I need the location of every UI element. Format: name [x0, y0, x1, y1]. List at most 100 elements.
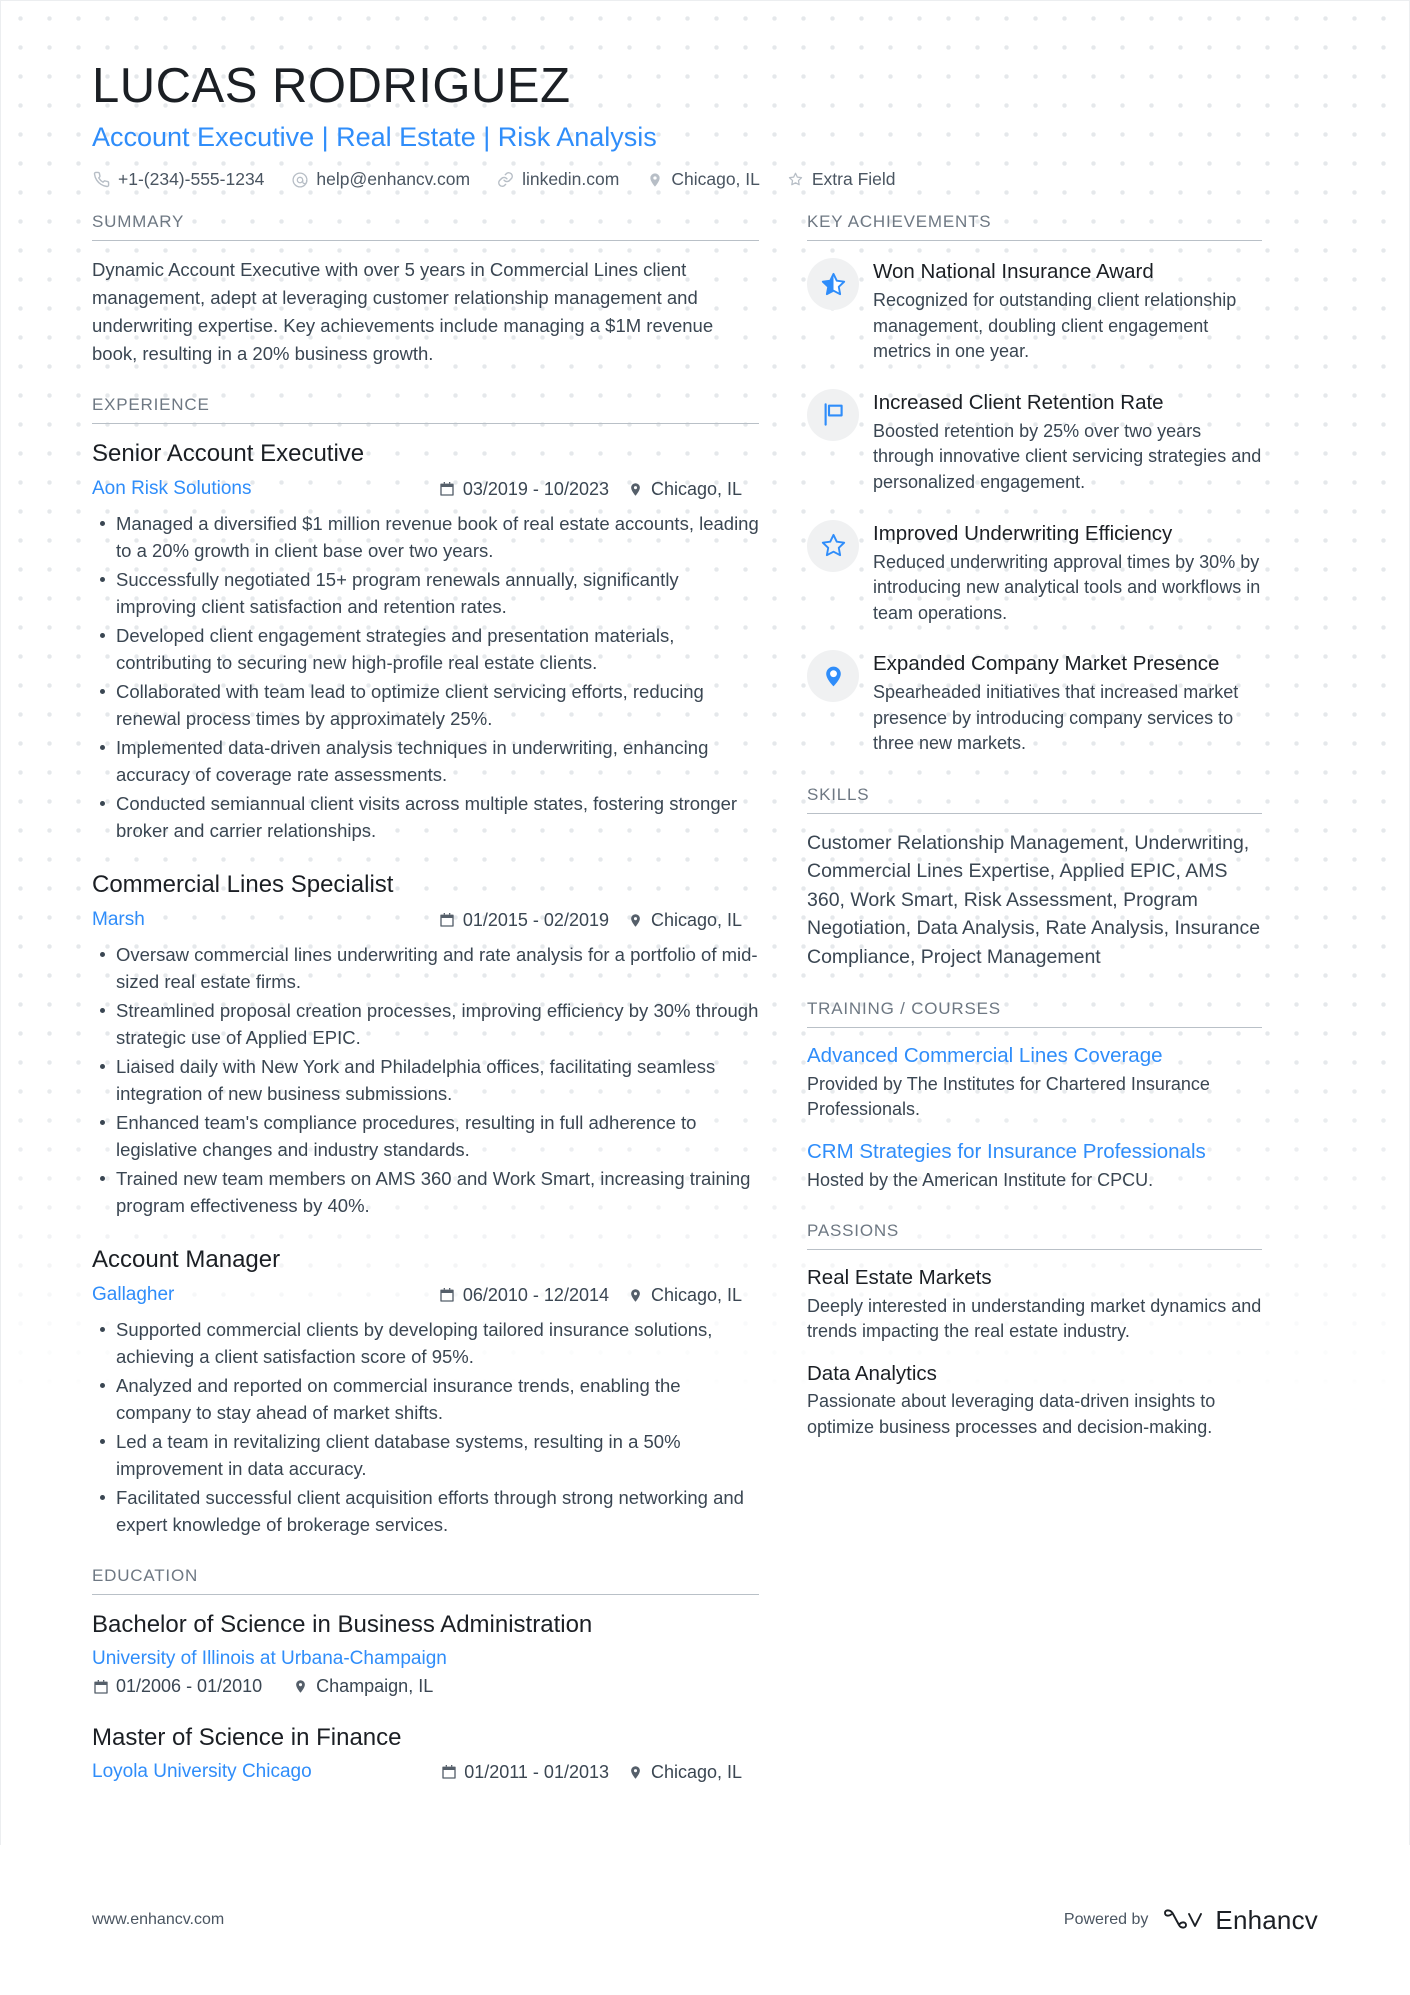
passion-item: Data Analytics Passionate about leveragin…: [807, 1361, 1262, 1441]
training-item: CRM Strategies for Insurance Professiona…: [807, 1139, 1262, 1193]
training-item: Advanced Commercial Lines Coverage Provid…: [807, 1043, 1262, 1122]
achievement-description: Reduced underwriting approval times by 3…: [873, 551, 1261, 623]
contact-phone[interactable]: +1-(234)-555-1234: [92, 169, 264, 190]
contact-linkedin-text: linkedin.com: [522, 169, 620, 190]
experience-company[interactable]: Marsh: [92, 909, 145, 931]
section-title-achievements: KEY ACHIEVEMENTS: [807, 212, 1262, 242]
experience-company[interactable]: Gallagher: [92, 1284, 174, 1306]
candidate-headline: Account Executive | Real Estate | Risk A…: [92, 121, 657, 152]
education-entry: Bachelor of Science in Business Administ…: [92, 1610, 759, 1697]
experience-meta: Aon Risk Solutions 03/2019 - 10/2023 Chica…: [92, 478, 759, 500]
passion-description: Passionate about leveraging data-driven …: [807, 1391, 1216, 1437]
calendar-icon: [439, 912, 456, 929]
resume-content: LUCAS RODRIGUEZ Account Executive | Real…: [0, 0, 1410, 1811]
list-item: Liaised daily with New York and Philadel…: [92, 1053, 759, 1107]
contact-extra-field: Extra Field: [786, 169, 896, 190]
achievement-title: Increased Client Retention Rate: [873, 390, 1164, 414]
experience-role: Senior Account Executive: [92, 440, 365, 468]
list-item: Successfully negotiated 15+ program rene…: [92, 566, 759, 620]
contact-email-text: help@enhancv.com: [316, 169, 471, 190]
resume-page: LUCAS RODRIGUEZ Account Executive | Real…: [0, 0, 1410, 1995]
experience-entry: Account Manager Gallagher 06/2010 - 12/201…: [92, 1245, 759, 1538]
experience-entry: Senior Account Executive Aon Risk Solutio…: [92, 439, 759, 844]
section-experience: EXPERIENCE Senior Account Executive Aon R…: [92, 395, 759, 1538]
resume-header: LUCAS RODRIGUEZ Account Executive | Real…: [92, 59, 1318, 190]
powered-by-label: Powered by: [1063, 1911, 1149, 1928]
experience-location: Chicago, IL: [609, 910, 759, 931]
training-list: Advanced Commercial Lines Coverage Provid…: [807, 1028, 1262, 1193]
map-pin-icon: [807, 650, 859, 703]
experience-role: Commercial Lines Specialist: [92, 871, 394, 899]
enhancv-logo-icon: [1162, 1907, 1206, 1933]
list-item: Analyzed and reported on commercial insu…: [92, 1372, 759, 1426]
contact-location-text: Chicago, IL: [671, 169, 760, 190]
section-title-experience: EXPERIENCE: [92, 395, 759, 425]
section-title-training: TRAINING / COURSES: [807, 999, 1262, 1029]
education-degree: Master of Science in Finance: [92, 1724, 402, 1752]
education-school[interactable]: University of Illinois at Urbana-Champai…: [92, 1648, 447, 1669]
education-school[interactable]: Loyola University Chicago: [92, 1761, 312, 1783]
page-footer: www.enhancv.com Powered by Enhancv: [0, 1845, 1410, 1995]
experience-date-text: 03/2019 - 10/2023: [462, 478, 609, 499]
passion-name: Data Analytics: [807, 1361, 937, 1385]
training-name[interactable]: CRM Strategies for Insurance Professiona…: [807, 1139, 1262, 1165]
training-name[interactable]: Advanced Commercial Lines Coverage: [807, 1043, 1262, 1069]
contact-extra-field-text: Extra Field: [811, 169, 896, 190]
experience-company[interactable]: Aon Risk Solutions: [92, 478, 251, 500]
education-location-text: Champaign, IL: [316, 1676, 434, 1697]
section-training: TRAINING / COURSES Advanced Commercial L…: [807, 999, 1262, 1193]
location-icon: [292, 1678, 309, 1695]
passion-name: Real Estate Markets: [807, 1266, 992, 1289]
experience-bullets: Oversaw commercial lines underwriting an…: [92, 941, 759, 1219]
star-outline-icon: [807, 519, 859, 572]
passions-list: Real Estate Markets Deeply interested in …: [807, 1250, 1262, 1440]
experience-meta: Gallagher 06/2010 - 12/2014 Chicago, IL: [92, 1284, 759, 1306]
training-description: Hosted by the American Institute for CPC…: [807, 1169, 1154, 1190]
experience-location-text: Chicago, IL: [651, 1284, 743, 1305]
list-item: Supported commercial clients by developi…: [92, 1316, 759, 1370]
achievement-title: Won National Insurance Award: [873, 260, 1154, 284]
half-star-icon: [807, 258, 859, 311]
list-item: Trained new team members on AMS 360 and …: [92, 1165, 759, 1219]
right-column: KEY ACHIEVEMENTS Won National Insurance …: [807, 212, 1262, 1811]
list-item: Conducted semiannual client visits acros…: [92, 790, 759, 844]
footer-website[interactable]: www.enhancv.com: [92, 1911, 224, 1929]
experience-dates: 03/2019 - 10/2023: [419, 479, 609, 500]
summary-text: Dynamic Account Executive with over 5 ye…: [92, 259, 714, 364]
location-icon: [627, 912, 644, 929]
achievement-description: Spearheaded initiatives that increased m…: [873, 682, 1239, 754]
list-item: Enhanced team's compliance procedures, r…: [92, 1109, 759, 1163]
experience-bullets: Managed a diversified $1 million revenue…: [92, 510, 759, 844]
education-entry: Master of Science in Finance Loyola Unive…: [92, 1723, 759, 1783]
education-meta: Loyola University Chicago 01/2011 - 01/20…: [92, 1761, 759, 1783]
calendar-icon: [439, 1287, 456, 1304]
skills-text: Customer Relationship Management, Underw…: [807, 831, 1261, 968]
calendar-icon: [439, 481, 456, 498]
education-degree: Bachelor of Science in Business Administ…: [92, 1611, 593, 1639]
experience-list: Senior Account Executive Aon Risk Solutio…: [92, 424, 759, 1538]
flag-icon: [807, 388, 859, 441]
section-achievements: KEY ACHIEVEMENTS Won National Insurance …: [807, 212, 1262, 757]
achievement-item: Won National Insurance Award Recognized f…: [807, 256, 1262, 365]
section-summary: SUMMARY Dynamic Account Executive with o…: [92, 212, 759, 367]
enhancv-brand-name: Enhancv: [1215, 1904, 1318, 1935]
contact-email[interactable]: help@enhancv.com: [290, 169, 470, 190]
list-item: Oversaw commercial lines underwriting an…: [92, 941, 759, 995]
education-school-row: University of Illinois at Urbana-Champai…: [92, 1648, 759, 1670]
location-icon: [645, 170, 664, 189]
achievement-title: Expanded Company Market Presence: [873, 652, 1220, 676]
candidate-name: LUCAS RODRIGUEZ: [92, 59, 571, 113]
contact-linkedin[interactable]: linkedin.com: [496, 169, 619, 190]
contact-row: +1-(234)-555-1234 help@enhancv.com linke…: [92, 169, 1318, 190]
star-icon: [786, 170, 805, 189]
list-item: Developed client engagement strategies a…: [92, 622, 759, 676]
calendar-icon: [440, 1764, 457, 1781]
experience-dates: 01/2015 - 02/2019: [419, 910, 609, 931]
list-item: Facilitated successful client acquisitio…: [92, 1484, 759, 1538]
passion-description: Deeply interested in understanding marke…: [807, 1295, 1262, 1342]
experience-meta: Marsh 01/2015 - 02/2019 Chicago, IL: [92, 909, 759, 931]
section-title-passions: PASSIONS: [807, 1221, 1262, 1250]
location-icon: [627, 1764, 644, 1781]
phone-icon: [92, 170, 111, 189]
list-item: Implemented data-driven analysis techniq…: [92, 734, 759, 788]
